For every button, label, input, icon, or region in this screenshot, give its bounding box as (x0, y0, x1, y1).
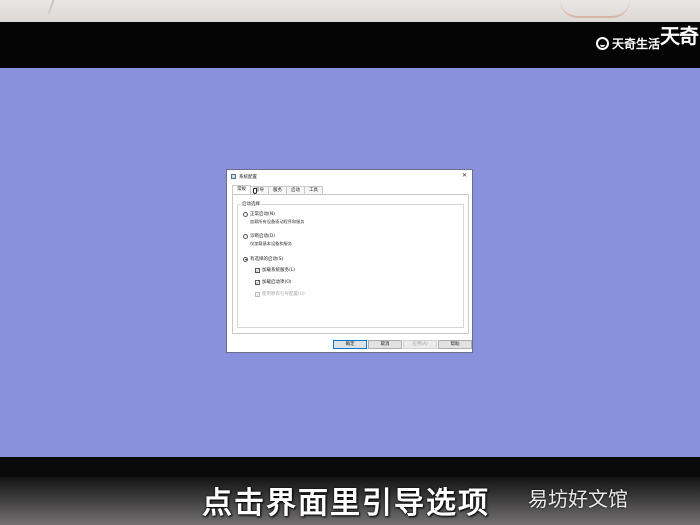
dialog-title: 系统配置 (239, 174, 257, 180)
checkbox-icon: ✓ (255, 279, 260, 285)
cancel-button[interactable]: 取消 (368, 340, 402, 349)
checkbox-load-system-services[interactable]: ✓ 加载系统服务(L) (255, 267, 295, 273)
radio-label: 诊断启动(D) (250, 234, 275, 239)
help-button[interactable]: 帮助 (438, 340, 472, 349)
group-label: 启动选择 (241, 201, 261, 207)
normal-startup-desc: 加载所有设备驱动程序和服务 (250, 219, 305, 224)
desk-reflection (35, 0, 55, 14)
checkbox-use-original-boot-config: ✓ 使用原有引导配置(U) (255, 291, 305, 297)
radio-icon (243, 233, 248, 239)
hand-cursor-icon (253, 188, 257, 194)
general-tab-panel: 启动选择 正常启动(N) 加载所有设备驱动程序和服务 诊断启动(D) 仅加载基本… (232, 194, 469, 334)
radio-label: 正常启动(N) (250, 212, 275, 217)
app-icon (231, 174, 236, 179)
checkbox-label: 加载启动项(O) (262, 280, 292, 285)
tab-tools[interactable]: 工具 (304, 186, 323, 194)
radio-selective-startup[interactable]: 有选择的启动(S) (243, 256, 283, 262)
logo-cut-text: 天奇 (660, 24, 699, 48)
checkbox-label: 使用原有引导配置(U) (262, 292, 305, 297)
channel-logo: 天奇生活 (595, 32, 660, 54)
checkbox-label: 加载系统服务(L) (262, 268, 296, 273)
system-config-dialog: 系统配置 ✕ 常规 引导 服务 启动 工具 启动选择 正常启动(N) 加载所有设… (226, 169, 473, 353)
radio-icon (243, 211, 248, 217)
dialog-titlebar[interactable]: 系统配置 ✕ (227, 170, 472, 183)
diagnostic-startup-desc: 仅加载基本设备和服务 (250, 241, 292, 246)
checkbox-disabled-icon: ✓ (255, 291, 260, 297)
desk-surface (0, 0, 700, 22)
radio-label: 有选择的启动(S) (250, 257, 284, 262)
tab-startup[interactable]: 启动 (286, 186, 305, 194)
tab-services[interactable]: 服务 (268, 186, 287, 194)
checkbox-load-startup-items[interactable]: ✓ 加载启动项(O) (255, 279, 292, 285)
radio-normal-startup[interactable]: 正常启动(N) (243, 211, 275, 217)
ok-button[interactable]: 确定 (333, 340, 367, 349)
logo-text: 天奇生活 (611, 36, 660, 51)
radio-selected-icon (243, 256, 248, 262)
tab-general[interactable]: 常规 (232, 185, 251, 194)
startup-selection-group: 启动选择 正常启动(N) 加载所有设备驱动程序和服务 诊断启动(D) 仅加载基本… (237, 201, 464, 328)
checkbox-icon: ✓ (255, 267, 260, 273)
watermark: 易坊好文馆 (528, 487, 628, 511)
desk-cable (560, 0, 630, 18)
radio-diagnostic-startup[interactable]: 诊断启动(D) (243, 233, 275, 239)
logo-icon (595, 36, 609, 50)
video-subtitle: 点击界面里引导选项 (202, 486, 490, 521)
tab-bar: 常规 引导 服务 启动 工具 (232, 185, 323, 194)
close-button[interactable]: ✕ (460, 172, 469, 180)
apply-button: 应用(A) (403, 340, 437, 349)
